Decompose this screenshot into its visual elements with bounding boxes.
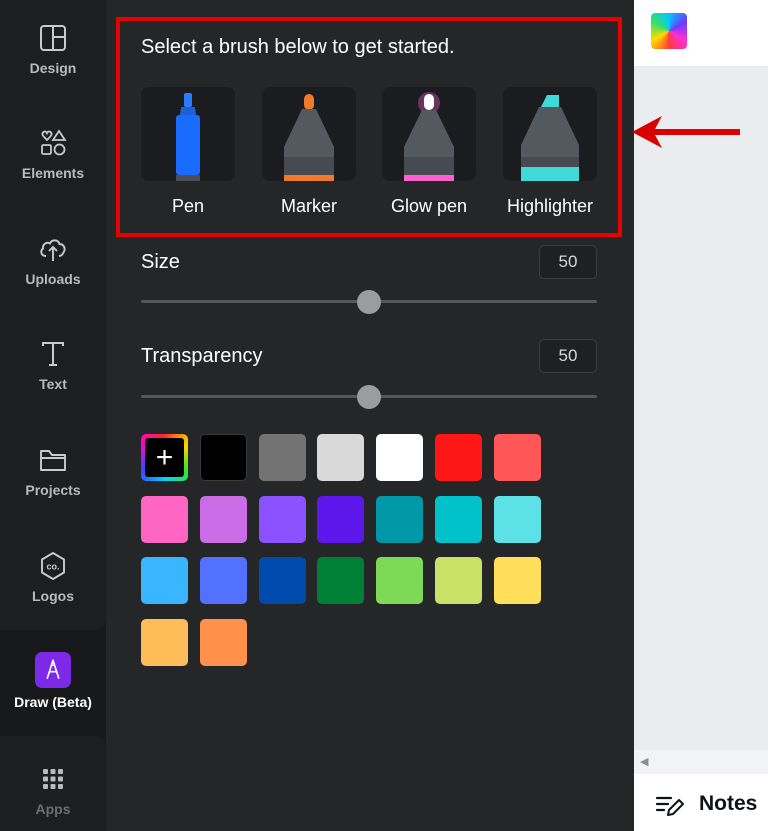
shapes-icon — [41, 129, 67, 156]
nav-label-draw: Draw (Beta) — [14, 694, 92, 710]
color-swatch[interactable] — [376, 557, 424, 604]
color-swatch[interactable] — [199, 495, 247, 543]
brush-pen[interactable] — [141, 87, 235, 181]
color-swatch[interactable] — [493, 434, 541, 481]
glow-pen-icon — [404, 92, 454, 181]
nav-item-text[interactable]: Text — [0, 338, 106, 418]
brush-glow-pen-label: Glow pen — [390, 196, 468, 216]
add-color-button[interactable]: + — [141, 434, 188, 481]
brush-marker-label: Marker — [280, 196, 337, 216]
transparency-value-input[interactable]: 50 — [539, 339, 597, 373]
nav-label-design: Design — [29, 60, 77, 76]
color-swatch[interactable] — [199, 618, 247, 666]
color-swatch[interactable] — [141, 557, 188, 604]
brush-highlighter-label: Highlighter — [506, 196, 594, 216]
color-swatch[interactable] — [199, 557, 247, 604]
color-swatch[interactable] — [317, 434, 365, 481]
brush-selector-title: Select a brush below to get started. — [141, 36, 455, 58]
scroll-left-icon[interactable]: ◀ — [640, 755, 648, 768]
marker-icon — [284, 94, 334, 181]
size-value-input[interactable]: 50 — [539, 245, 597, 279]
text-icon — [42, 342, 64, 366]
color-picker-icon[interactable] — [651, 13, 687, 49]
nav-label-logos: Logos — [32, 588, 74, 604]
highlighter-icon — [521, 95, 579, 181]
nav-item-apps[interactable]: Apps — [0, 763, 106, 831]
plus-icon: + — [145, 438, 184, 477]
notes-icon[interactable] — [655, 794, 685, 818]
brush-highlighter[interactable] — [503, 87, 597, 181]
color-swatch[interactable] — [493, 495, 541, 543]
nav-item-uploads[interactable]: Uploads — [0, 233, 106, 313]
color-swatch[interactable] — [199, 434, 247, 481]
color-swatch[interactable] — [141, 495, 188, 543]
color-swatch[interactable] — [435, 434, 482, 481]
color-swatch[interactable] — [435, 495, 482, 543]
color-swatch[interactable] — [493, 557, 541, 604]
color-swatch[interactable] — [376, 434, 424, 481]
color-swatch[interactable] — [317, 557, 365, 604]
draw-icon — [35, 652, 71, 688]
nav-item-elements[interactable]: Elements — [0, 127, 106, 207]
layout-icon — [40, 25, 66, 51]
notes-button[interactable]: Notes — [699, 792, 757, 816]
nav-label-uploads: Uploads — [25, 271, 81, 287]
cloud-upload-icon — [40, 239, 66, 261]
annotation-arrow-icon — [632, 116, 740, 148]
folder-icon — [40, 450, 66, 471]
color-swatch[interactable] — [258, 495, 306, 543]
nav-label-elements: Elements — [21, 165, 85, 181]
transparency-label: Transparency — [141, 345, 263, 367]
brush-glow-pen[interactable] — [382, 87, 476, 181]
color-swatch[interactable] — [258, 434, 306, 481]
nav-item-draw[interactable]: Draw (Beta) — [0, 652, 106, 732]
nav-item-logos[interactable]: co. Logos — [0, 550, 106, 630]
transparency-slider-thumb[interactable] — [357, 385, 381, 409]
left-nav: Design Elements Uploads Text Projects co… — [0, 0, 106, 831]
nav-item-projects[interactable]: Projects — [0, 444, 106, 524]
brush-marker[interactable] — [262, 87, 356, 181]
brush-pen-label: Pen — [171, 196, 205, 216]
nav-label-text: Text — [39, 376, 67, 392]
nav-label-projects: Projects — [25, 482, 81, 498]
nav-item-design[interactable]: Design — [0, 22, 106, 102]
color-swatch[interactable] — [435, 557, 482, 604]
horizontal-scrollbar[interactable] — [634, 750, 768, 774]
editor-window: Design Elements Uploads Text Projects co… — [0, 0, 768, 831]
pen-icon — [176, 93, 200, 181]
logo-co-icon: co. — [41, 552, 65, 580]
svg-text:co.: co. — [46, 562, 59, 572]
color-swatch[interactable] — [258, 557, 306, 604]
color-swatch[interactable] — [141, 618, 188, 666]
color-swatch[interactable] — [376, 495, 424, 543]
apps-grid-icon — [43, 769, 63, 789]
size-label: Size — [141, 251, 180, 273]
color-swatch[interactable] — [317, 495, 365, 543]
size-slider-thumb[interactable] — [357, 290, 381, 314]
nav-label-apps: Apps — [35, 801, 71, 817]
